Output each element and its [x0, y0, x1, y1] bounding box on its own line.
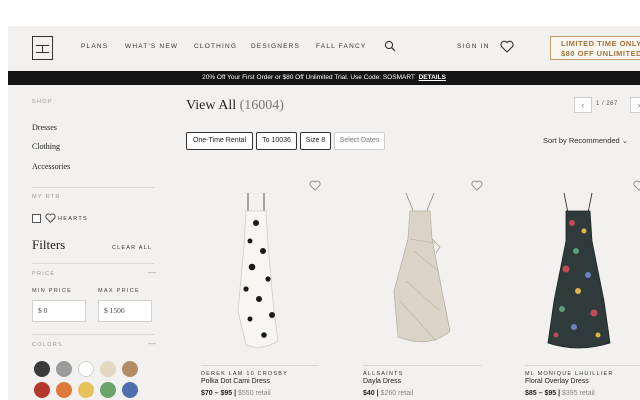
pager-prev-button[interactable]: ‹: [574, 97, 592, 113]
retail-price: $260 retail: [380, 390, 414, 397]
colors-collapse-icon[interactable]: —: [148, 339, 156, 348]
min-price-input[interactable]: $ 0: [32, 300, 86, 322]
product-price: $40 | $260 retail: [363, 390, 414, 397]
colors-label: COLORS: [32, 342, 64, 348]
promo-banner: 20% Off Your First Order or $80 Off Unli…: [8, 71, 640, 85]
banner-text: 20% Off Your First Order or $80 Off Unli…: [202, 74, 415, 81]
nav-fall-fancy[interactable]: FALL FANCY: [316, 43, 366, 50]
hearts-checkbox[interactable]: [32, 214, 41, 223]
color-swatch[interactable]: [78, 382, 94, 398]
color-swatch[interactable]: [122, 361, 138, 377]
product-image-dayla-dress[interactable]: [380, 191, 460, 356]
product-price: $70 – $95 | $550 retail: [201, 390, 271, 397]
result-count: (16004): [239, 98, 284, 113]
promo-line-2: $80 OFF UNLIMITED: [561, 49, 640, 58]
page: PLANS WHAT'S NEW CLOTHING DESIGNERS FALL…: [8, 26, 640, 400]
product-image-polka-dress[interactable]: [226, 191, 286, 356]
chip-select-dates[interactable]: Select Dates: [334, 132, 385, 150]
hearts-label: HEARTS: [58, 216, 89, 222]
price-label: PRICE: [32, 271, 56, 277]
product-name[interactable]: Dayla Dress: [363, 378, 401, 385]
color-swatch[interactable]: [122, 382, 138, 398]
nav-designers[interactable]: DESIGNERS: [251, 43, 300, 50]
divider: [201, 365, 319, 366]
retail-price: $550 retail: [238, 390, 271, 397]
rental-price: $85 – $95: [525, 390, 557, 397]
divider: [32, 263, 154, 264]
heart-icon[interactable]: [633, 180, 640, 191]
product-name[interactable]: Floral Overlay Dress: [525, 378, 589, 385]
heart-icon[interactable]: [309, 180, 321, 191]
color-swatch[interactable]: [56, 361, 72, 377]
nav-whats-new[interactable]: WHAT'S NEW: [125, 43, 178, 50]
divider: [32, 187, 154, 188]
pager-text: 1 / 267: [596, 101, 618, 107]
price-collapse-icon[interactable]: —: [148, 268, 156, 277]
heart-icon[interactable]: [471, 180, 483, 191]
min-price-label: MIN PRICE: [32, 288, 73, 294]
product-image-floral-dress[interactable]: [538, 191, 618, 356]
search-icon[interactable]: [384, 40, 396, 52]
retail-price: $395 retail: [562, 390, 595, 397]
clear-all-button[interactable]: CLEAR ALL: [112, 245, 152, 251]
sidebar-link-accessories[interactable]: Accessories: [32, 162, 70, 171]
max-price-input[interactable]: $ 1500: [98, 300, 152, 322]
color-swatch[interactable]: [34, 382, 50, 398]
shop-label: SHOP: [32, 99, 53, 105]
nav-clothing[interactable]: CLOTHING: [194, 43, 237, 50]
my-rtr-label: MY RTR: [32, 194, 61, 200]
heart-icon[interactable]: [500, 40, 514, 53]
divider: [32, 334, 154, 335]
color-swatch[interactable]: [56, 382, 72, 398]
chip-zip[interactable]: To 10036: [256, 132, 297, 150]
promo-line-1: LIMITED TIME ONLY: [561, 39, 640, 48]
sort-label: Sort by Recommended: [543, 136, 620, 145]
product-name[interactable]: Polka Dot Cami Dress: [201, 378, 270, 385]
product-designer[interactable]: ALLSAINTS: [363, 371, 403, 377]
sidebar-link-dresses[interactable]: Dresses: [32, 123, 57, 132]
rental-price: $40: [363, 390, 375, 397]
chip-one-time-rental[interactable]: One-Time Rental: [186, 132, 253, 150]
sign-in-link[interactable]: SIGN IN: [457, 43, 490, 50]
filters-title: Filters: [32, 237, 66, 252]
product-price: $85 – $95 | $395 retail: [525, 390, 595, 397]
heart-icon: [45, 213, 56, 223]
divider: [363, 365, 481, 366]
sidebar-link-clothing[interactable]: Clothing: [32, 142, 60, 151]
max-price-label: MAX PRICE: [98, 288, 140, 294]
chip-size[interactable]: Size 8: [300, 132, 331, 150]
pager-next-button[interactable]: ›: [630, 97, 640, 113]
page-title-text: View All: [186, 98, 237, 113]
color-swatch[interactable]: [78, 361, 94, 377]
banner-details-link[interactable]: DETAILS: [419, 74, 446, 81]
chevron-down-icon: ⌄: [621, 136, 629, 145]
nav-plans[interactable]: PLANS: [81, 43, 108, 50]
color-swatch[interactable]: [100, 382, 116, 398]
sort-dropdown[interactable]: Sort by Recommended ⌄: [543, 136, 628, 145]
promo-box[interactable]: LIMITED TIME ONLY $80 OFF UNLIMITED: [550, 36, 640, 60]
product-designer[interactable]: ML MONIQUE LHUILLIER: [525, 371, 614, 377]
page-title: View All (16004): [186, 98, 284, 114]
color-swatch[interactable]: [100, 361, 116, 377]
rtr-logo[interactable]: [32, 36, 53, 60]
color-swatch[interactable]: [34, 361, 50, 377]
divider: [525, 365, 640, 366]
rental-price: $70 – $95: [201, 390, 233, 397]
product-designer[interactable]: DEREK LAM 10 CROSBY: [201, 371, 288, 377]
site-header: PLANS WHAT'S NEW CLOTHING DESIGNERS FALL…: [8, 26, 640, 70]
